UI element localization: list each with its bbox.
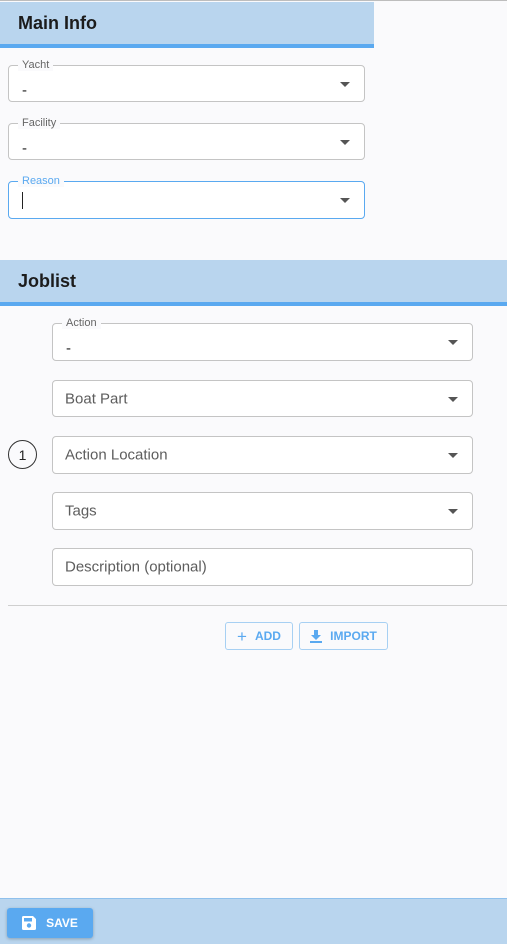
tags-select[interactable]: Tags (52, 492, 473, 530)
boat-part-select[interactable]: Boat Part (52, 380, 473, 417)
action-label: Action (62, 317, 101, 329)
chevron-down-icon[interactable] (340, 81, 350, 87)
chevron-down-icon[interactable] (448, 340, 458, 345)
chevron-down-icon[interactable] (448, 453, 458, 458)
action-value: - (66, 340, 71, 357)
text-cursor (22, 192, 23, 209)
tags-placeholder: Tags (65, 502, 97, 520)
footer-bar: SAVE (0, 898, 507, 944)
action-select[interactable]: Action - (52, 317, 473, 361)
import-label: IMPORT (330, 629, 377, 643)
plus-icon: + (237, 626, 247, 646)
description-placeholder: Description (optional) (65, 558, 207, 576)
chevron-down-icon[interactable] (448, 509, 458, 514)
reason-select[interactable]: Reason (8, 175, 365, 219)
description-input[interactable]: Description (optional) (52, 548, 473, 586)
job-index-number: 1 (18, 446, 27, 463)
action-location-select[interactable]: Action Location (52, 436, 473, 474)
boat-part-placeholder: Boat Part (65, 390, 128, 407)
action-location-placeholder: Action Location (65, 446, 168, 464)
import-button[interactable]: IMPORT (299, 622, 388, 650)
joblist-divider (8, 605, 507, 606)
job-index-badge: 1 (8, 440, 37, 469)
facility-value: - (22, 140, 27, 157)
joblist-title: Joblist (18, 270, 77, 291)
yacht-value: - (22, 82, 27, 99)
chevron-down-icon[interactable] (448, 396, 458, 402)
save-button[interactable]: SAVE (7, 908, 93, 938)
floppy-disk-icon (22, 916, 37, 930)
main-info-title: Main Info (18, 12, 97, 33)
facility-label: Facility (18, 117, 61, 129)
chevron-down-icon[interactable] (340, 139, 350, 145)
yacht-select[interactable]: Yacht - (8, 59, 365, 102)
top-border (0, 0, 507, 1)
add-label: ADD (254, 629, 281, 643)
facility-select[interactable]: Facility - (8, 117, 365, 160)
yacht-label: Yacht (18, 59, 54, 71)
main-info-header: Main Info (0, 2, 374, 48)
reason-label: Reason (18, 175, 64, 187)
joblist-header: Joblist (0, 260, 507, 306)
download-icon (310, 629, 323, 643)
save-label: SAVE (46, 916, 78, 930)
chevron-down-icon[interactable] (340, 198, 350, 203)
add-job-button[interactable]: + ADD (225, 622, 293, 650)
